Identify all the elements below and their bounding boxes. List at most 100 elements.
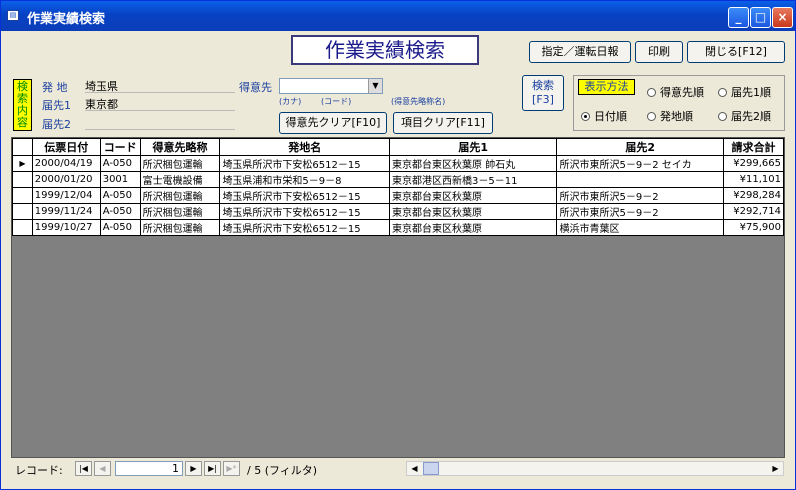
- sort-dest1-radio[interactable]: 届先1順: [718, 84, 771, 100]
- table-cell[interactable]: 東京都台東区秋葉原: [389, 219, 558, 236]
- table-cell[interactable]: 所沢市東所沢5－9－2: [556, 203, 725, 220]
- table-cell[interactable]: ¥75,900: [723, 219, 784, 236]
- first-record-button[interactable]: |◀: [75, 461, 92, 476]
- table-row[interactable]: 1999/10/27 A-050 所沢梱包運輸 埼玉県所沢市下安松6512－15…: [12, 219, 784, 236]
- sort-dest1-label: 届先1順: [731, 86, 771, 99]
- app-window: ▤ 作業実績検索 _ □ × 作業実績検索 指定／運転日報 印刷 閉じる[F12…: [0, 0, 796, 490]
- maximize-button[interactable]: □: [750, 7, 771, 28]
- close-window-button[interactable]: ×: [772, 7, 793, 28]
- chevron-down-icon[interactable]: ▼: [368, 79, 382, 93]
- table-cell[interactable]: A-050: [99, 219, 141, 236]
- table-cell[interactable]: ¥292,714: [723, 203, 784, 220]
- sort-date-radio[interactable]: 日付順: [581, 108, 627, 124]
- sort-dest2-radio[interactable]: 届先2順: [718, 108, 771, 124]
- table-cell[interactable]: 横浜市青葉区: [556, 219, 725, 236]
- dest2-field[interactable]: [85, 115, 235, 130]
- table-cell[interactable]: 埼玉県所沢市下安松6512－15: [219, 187, 391, 204]
- table-cell[interactable]: 所沢梱包運輸: [139, 203, 221, 220]
- clear-items-button[interactable]: 項目クリア[F11]: [393, 112, 493, 134]
- dest1-field[interactable]: 東京都: [85, 96, 235, 111]
- table-cell[interactable]: 埼玉県浦和市栄和5－9－8: [219, 171, 391, 188]
- results-table: 伝票日付 コード 得意先略称 発地名 届先1 届先2 請求合計 ▶ 2000/0…: [12, 138, 784, 236]
- customer-combo[interactable]: ▼: [279, 78, 383, 94]
- sort-dest2-label: 届先2順: [731, 110, 771, 123]
- row-selector[interactable]: [12, 203, 33, 220]
- next-record-button[interactable]: ▶: [185, 461, 202, 476]
- table-cell[interactable]: 東京都台東区秋葉原: [389, 187, 558, 204]
- scroll-thumb[interactable]: [423, 462, 439, 475]
- column-header[interactable]: 伝票日付: [31, 138, 101, 156]
- row-selector[interactable]: [12, 219, 33, 236]
- table-cell[interactable]: ¥11,101: [723, 171, 784, 188]
- print-button[interactable]: 印刷: [635, 41, 683, 63]
- search-criteria-tag: 検索内容: [13, 79, 32, 131]
- table-cell[interactable]: 3001: [99, 171, 141, 188]
- table-row[interactable]: 2000/01/20 3001 富士電機設備 埼玉県浦和市栄和5－9－8 東京都…: [12, 171, 784, 188]
- form-icon: ▤: [7, 10, 19, 21]
- table-cell[interactable]: 東京都台東区秋葉原: [389, 203, 558, 220]
- abbr-label: (得意先略称名): [391, 97, 446, 106]
- scroll-left-icon[interactable]: ◀: [407, 462, 422, 475]
- kana-label: (カナ): [279, 97, 302, 106]
- column-header[interactable]: 届先2: [556, 138, 725, 156]
- window-title: 作業実績検索: [27, 12, 106, 27]
- scroll-right-icon[interactable]: ▶: [768, 462, 783, 475]
- table-cell[interactable]: [556, 171, 725, 188]
- row-selector[interactable]: [12, 171, 33, 188]
- table-cell[interactable]: 2000/01/20: [31, 171, 101, 188]
- table-cell[interactable]: 埼玉県所沢市下安松6512－15: [219, 155, 391, 172]
- designate-report-button[interactable]: 指定／運転日報: [529, 41, 631, 63]
- origin-field[interactable]: 埼玉県: [85, 78, 235, 93]
- horizontal-scrollbar[interactable]: ◀ ▶: [406, 461, 784, 476]
- row-selector[interactable]: [12, 187, 33, 204]
- dest2-label: 届先2: [42, 118, 71, 131]
- table-cell[interactable]: 東京都港区西新橋3－5－11: [389, 171, 558, 188]
- table-cell[interactable]: 1999/10/27: [31, 219, 101, 236]
- search-button[interactable]: 検索[F3]: [522, 75, 564, 111]
- column-header[interactable]: 請求合計: [723, 138, 784, 156]
- radio-icon: [718, 112, 727, 121]
- table-cell[interactable]: 2000/04/19: [31, 155, 101, 172]
- current-record-field[interactable]: 1: [115, 461, 183, 476]
- clear-customer-button[interactable]: 得意先クリア[F10]: [279, 112, 387, 134]
- origin-label: 発 地: [42, 81, 68, 94]
- table-row[interactable]: 1999/12/04 A-050 所沢梱包運輸 埼玉県所沢市下安松6512－15…: [12, 187, 784, 204]
- table-cell[interactable]: 所沢梱包運輸: [139, 219, 221, 236]
- last-record-button[interactable]: ▶|: [204, 461, 221, 476]
- record-count: / 5 (フィルタ): [247, 464, 318, 477]
- table-cell[interactable]: 埼玉県所沢市下安松6512－15: [219, 203, 391, 220]
- table-cell[interactable]: 所沢市東所沢5－9－2 セイカ: [556, 155, 725, 172]
- table-cell[interactable]: 1999/12/04: [31, 187, 101, 204]
- table-cell[interactable]: 東京都台東区秋葉原 帥石丸: [389, 155, 558, 172]
- table-cell[interactable]: A-050: [99, 155, 141, 172]
- table-cell[interactable]: A-050: [99, 203, 141, 220]
- prev-record-button[interactable]: ◀: [94, 461, 111, 476]
- column-header[interactable]: コード: [99, 138, 141, 156]
- customer-label: 得意先: [239, 81, 272, 94]
- radio-icon: [647, 88, 656, 97]
- sort-customer-radio[interactable]: 得意先順: [647, 84, 704, 100]
- table-row[interactable]: ▶ 2000/04/19 A-050 所沢梱包運輸 埼玉県所沢市下安松6512－…: [12, 155, 784, 172]
- table-cell[interactable]: 所沢梱包運輸: [139, 155, 221, 172]
- record-label: レコード:: [15, 464, 63, 477]
- table-cell[interactable]: 所沢市東所沢5－9－2: [556, 187, 725, 204]
- table-row[interactable]: 1999/11/24 A-050 所沢梱包運輸 埼玉県所沢市下安松6512－15…: [12, 203, 784, 220]
- column-header[interactable]: 発地名: [219, 138, 391, 156]
- table-cell[interactable]: 所沢梱包運輸: [139, 187, 221, 204]
- column-header[interactable]: 得意先略称: [139, 138, 221, 156]
- table-cell[interactable]: ¥298,284: [723, 187, 784, 204]
- minimize-button[interactable]: _: [728, 7, 749, 28]
- table-cell[interactable]: 富士電機設備: [139, 171, 221, 188]
- column-header[interactable]: 届先1: [389, 138, 558, 156]
- table-cell[interactable]: ¥299,665: [723, 155, 784, 172]
- row-selector-icon[interactable]: ▶: [12, 155, 33, 172]
- radio-selected-icon: [581, 112, 590, 121]
- table-cell[interactable]: A-050: [99, 187, 141, 204]
- row-selector-header: [12, 138, 33, 156]
- sort-origin-radio[interactable]: 発地順: [647, 108, 693, 124]
- code-label: (コード): [321, 97, 352, 106]
- table-cell[interactable]: 1999/11/24: [31, 203, 101, 220]
- new-record-button[interactable]: ▶*: [223, 461, 240, 476]
- close-form-button[interactable]: 閉じる[F12]: [687, 41, 785, 63]
- table-cell[interactable]: 埼玉県所沢市下安松6512－15: [219, 219, 391, 236]
